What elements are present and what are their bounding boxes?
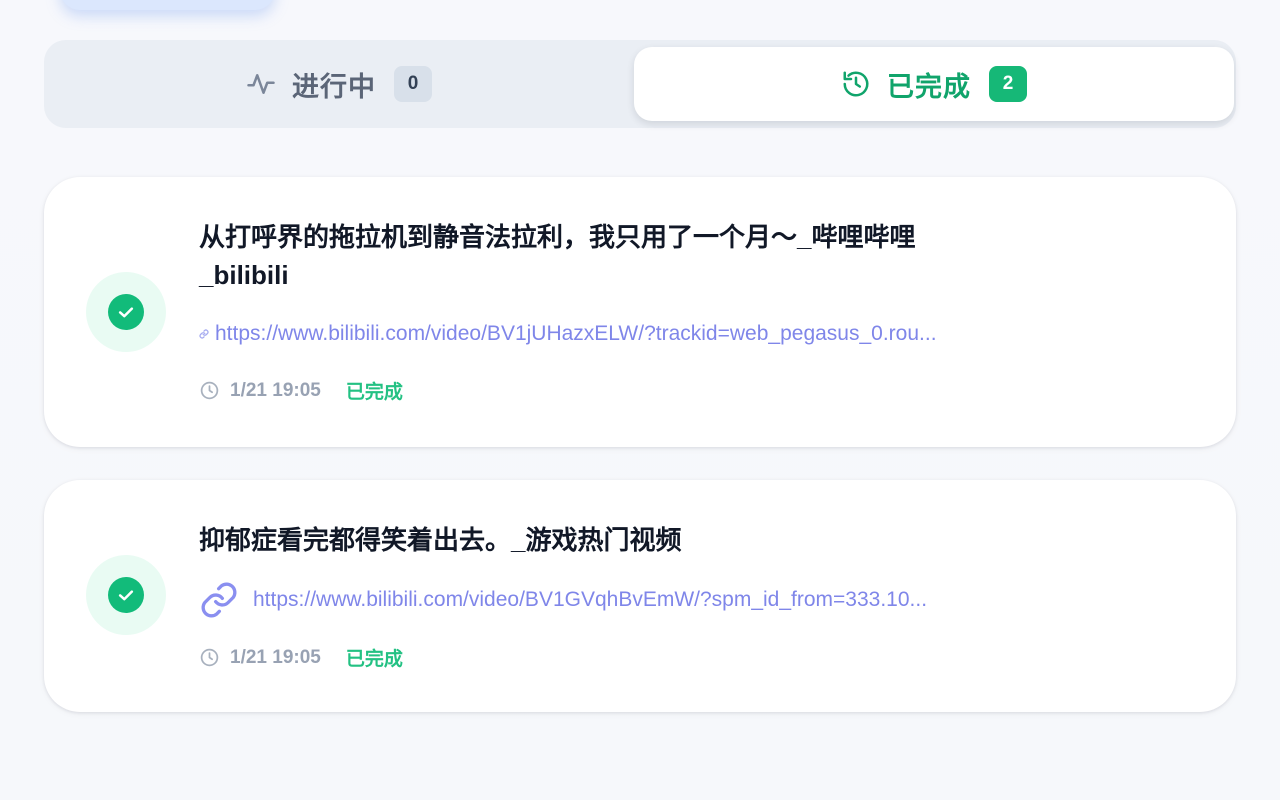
link-icon	[199, 329, 209, 339]
activity-icon	[246, 69, 276, 99]
task-time: 1/21 19:05	[230, 646, 321, 668]
task-status: 已完成	[345, 382, 403, 403]
task-meta: 1/21 19:05 已完成	[199, 644, 403, 671]
status-indicator	[86, 555, 166, 635]
history-icon	[841, 69, 871, 99]
tab-in-progress-count: 0	[394, 66, 432, 102]
link-icon	[199, 580, 239, 620]
task-time: 1/21 19:05	[230, 379, 321, 401]
tab-completed-label: 已完成	[887, 71, 971, 102]
tab-completed[interactable]: 已完成 2	[634, 47, 1234, 121]
clock-icon	[199, 647, 220, 668]
task-title: 从打呼界的拖拉机到静音法拉利，我只用了一个月～_哔哩哔哩 _bilibili	[199, 218, 999, 294]
top-decoration	[60, 0, 275, 10]
clock-icon	[199, 380, 220, 401]
task-card[interactable]: 从打呼界的拖拉机到静音法拉利，我只用了一个月～_哔哩哔哩 _bilibili h…	[44, 177, 1236, 447]
task-title-line: 抑郁症看完都得笑着出去。_游戏热门视频	[199, 525, 682, 555]
tab-completed-count: 2	[989, 66, 1027, 102]
task-title-line: _bilibili	[199, 260, 289, 290]
task-meta: 1/21 19:05 已完成	[199, 377, 403, 404]
task-url-text[interactable]: https://www.bilibili.com/video/BV1GVqhBv…	[253, 588, 1013, 612]
task-url[interactable]: https://www.bilibili.com/video/BV1jUHazx…	[199, 322, 1035, 346]
check-circle-icon	[108, 577, 144, 613]
tab-bar: 进行中 0 已完成 2	[44, 40, 1236, 128]
tab-in-progress-label: 进行中	[292, 71, 376, 102]
task-title-line: 从打呼界的拖拉机到静音法拉利，我只用了一个月～_哔哩哔哩	[199, 222, 916, 252]
task-url-text[interactable]: https://www.bilibili.com/video/BV1jUHazx…	[215, 322, 1035, 346]
task-title: 抑郁症看完都得笑着出去。_游戏热门视频	[199, 521, 999, 559]
check-circle-icon	[108, 294, 144, 330]
task-url[interactable]: https://www.bilibili.com/video/BV1GVqhBv…	[199, 580, 1013, 620]
task-card[interactable]: 抑郁症看完都得笑着出去。_游戏热门视频 https://www.bilibili…	[44, 480, 1236, 712]
tab-in-progress[interactable]: 进行中 0	[44, 40, 634, 128]
status-indicator	[86, 272, 166, 352]
task-status: 已完成	[345, 649, 403, 670]
